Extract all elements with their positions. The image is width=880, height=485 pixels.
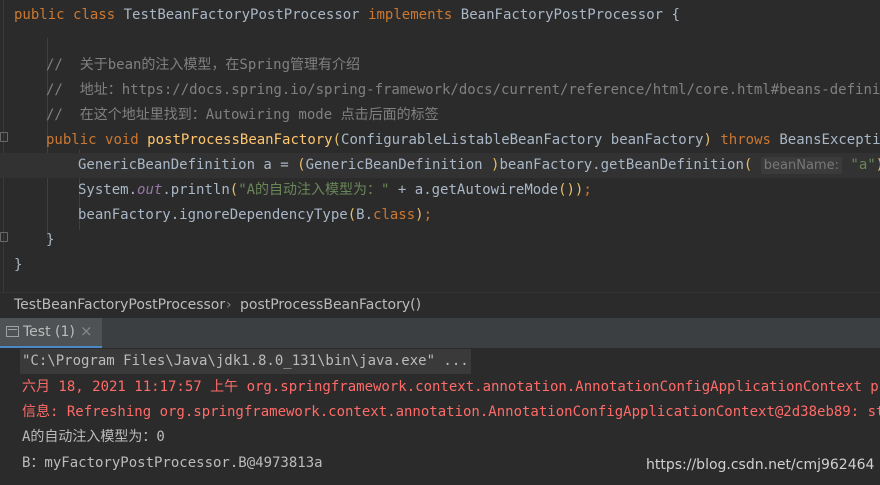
paren: ) <box>703 132 712 148</box>
class-ref: System. <box>78 182 138 198</box>
code-line-method-signature[interactable]: public void postProcessBeanFactory(Confi… <box>46 128 880 153</box>
breadcrumb: TestBeanFactoryPostProcessor › postProce… <box>0 292 880 319</box>
keyword: class <box>373 207 416 223</box>
tab-test-run[interactable]: Test (1) × <box>0 318 102 348</box>
paren: ) <box>415 207 424 223</box>
cast-type: GenericBeanDefinition <box>305 157 492 173</box>
keyword: void <box>105 132 139 148</box>
paren: ( <box>347 207 357 223</box>
semicolon: ; <box>423 207 433 223</box>
interface-name: BeanFactoryPostProcessor <box>460 7 664 23</box>
gutter-divider <box>3 0 4 292</box>
watermark: https://blog.csdn.net/cmj962464 <box>646 457 875 473</box>
fold-marker-icon[interactable] <box>0 132 8 142</box>
string-literal: "a" <box>850 157 876 173</box>
run-tool-window-header: Test (1) × <box>0 318 880 349</box>
parameter: ConfigurableListableBeanFactory beanFact… <box>341 132 704 148</box>
console-output-line: B：myFactoryPostProcessor.B@4973813a <box>22 455 323 471</box>
console-icon <box>6 326 19 337</box>
class-name: TestBeanFactoryPostProcessor <box>123 7 360 23</box>
brace: { <box>671 7 680 23</box>
breadcrumb-separator: › <box>226 297 232 313</box>
class-ref: B. <box>356 207 374 223</box>
expression: + a.getAutowireMode <box>389 182 559 198</box>
parameter-hint: beanName: <box>760 157 842 174</box>
console-log-line: 六月 18, 2021 11:17:57 上午 org.springframew… <box>22 379 880 395</box>
fold-marker-icon[interactable] <box>0 232 8 242</box>
breadcrumb-class[interactable]: TestBeanFactoryPostProcessor <box>14 297 225 313</box>
paren: ( <box>332 132 342 148</box>
breadcrumb-method[interactable]: postProcessBeanFactory() <box>240 297 421 313</box>
code-editor[interactable]: public class TestBeanFactoryPostProcesso… <box>0 0 880 292</box>
console-output-line: A的自动注入模型为：0 <box>22 429 165 445</box>
paren: ( <box>743 157 753 173</box>
code-comment-1: // 关于bean的注入模型，在Spring管理有介绍 <box>46 57 361 73</box>
code-line-println[interactable]: System.out.println("A的自动注入模型为：" + a.getA… <box>78 178 592 203</box>
paren: ( <box>297 157 306 173</box>
paren: ) <box>876 157 880 173</box>
code-close-method-brace: } <box>46 232 55 248</box>
keyword: public <box>14 7 65 23</box>
string-literal: "A的自动注入模型为：" <box>238 182 390 198</box>
keyword: implements <box>368 7 453 23</box>
paren: () <box>558 182 575 198</box>
code-close-class-brace: } <box>14 257 23 273</box>
keyword: class <box>73 7 116 23</box>
method-call: beanFactory.getBeanDefinition <box>499 157 744 173</box>
method-call: .println <box>162 182 230 198</box>
semicolon: ; <box>583 182 592 198</box>
code-line-class-declaration[interactable]: public class TestBeanFactoryPostProcesso… <box>14 3 680 28</box>
method-call: beanFactory.ignoreDependencyType <box>78 207 348 223</box>
code-comment-2: // 地址：https://docs.spring.io/spring-fram… <box>46 82 880 98</box>
method-name: postProcessBeanFactory <box>147 132 333 148</box>
keyword: public <box>46 132 97 148</box>
keyword: throws <box>720 132 771 148</box>
exception-type: BeansException { <box>779 132 880 148</box>
static-field: out <box>137 182 163 198</box>
tab-label: Test (1) <box>23 324 75 340</box>
declaration: GenericBeanDefinition a = <box>78 157 298 173</box>
close-icon[interactable]: × <box>80 322 93 340</box>
console-command-line[interactable]: "C:\Program Files\Java\jdk1.8.0_131\bin\… <box>20 349 471 374</box>
paren: ( <box>229 182 239 198</box>
code-line-ignore-dependency[interactable]: beanFactory.ignoreDependencyType(B.class… <box>78 203 432 228</box>
console-log-line: 信息: Refreshing org.springframework.conte… <box>22 404 880 420</box>
code-line-current[interactable]: GenericBeanDefinition a = (GenericBeanDe… <box>0 153 880 178</box>
code-comment-3: // 在这个地址里找到：Autowiring mode 点击后面的标签 <box>46 107 439 123</box>
